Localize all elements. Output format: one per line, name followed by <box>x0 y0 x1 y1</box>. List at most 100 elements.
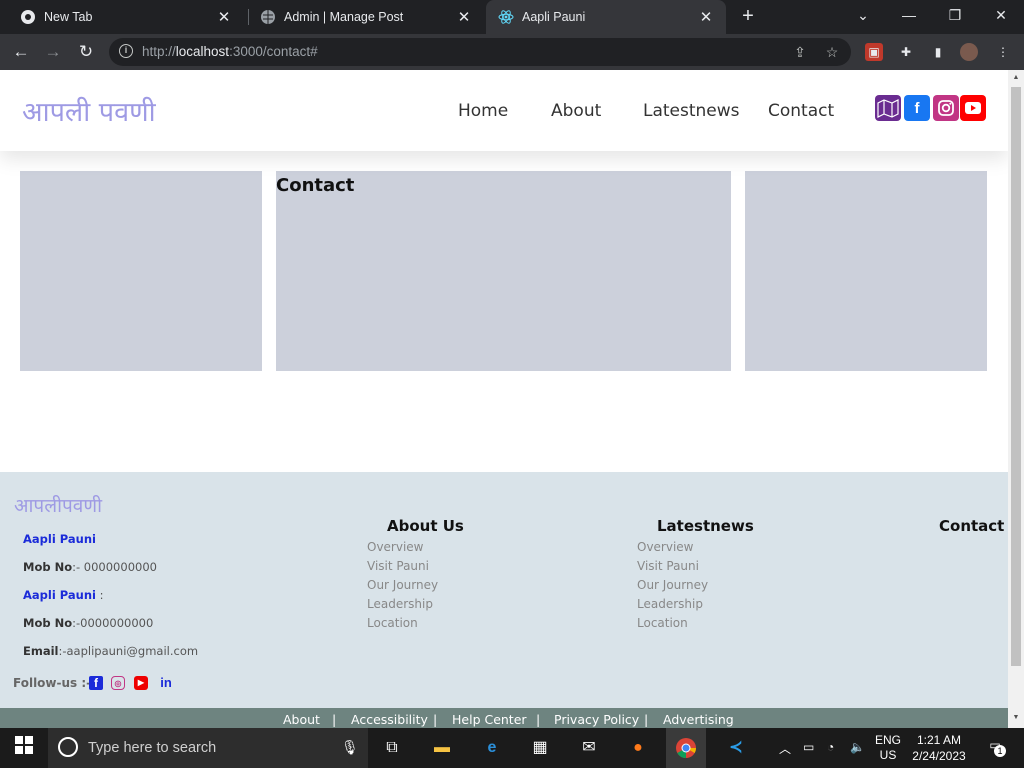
close-tab-icon[interactable]: ✕ <box>698 8 714 26</box>
windows-start-icon[interactable] <box>12 736 36 760</box>
mail-icon[interactable]: ✉ <box>577 736 601 760</box>
youtube-icon[interactable] <box>960 95 986 121</box>
notification-center-icon[interactable]: ▭ 1 <box>984 738 1006 757</box>
separator: | <box>332 712 337 727</box>
page-scrollbar[interactable]: ▲ ▼ <box>1008 70 1024 728</box>
footer-about-link[interactable]: Overview <box>367 540 424 554</box>
separator: | <box>536 712 541 727</box>
search-icon <box>58 737 78 757</box>
task-view-icon[interactable]: ⧉ <box>380 736 404 760</box>
facebook-icon[interactable]: f <box>904 95 930 121</box>
browser-toolbar: ← → ↻ i http://localhost:3000/contact# ⇪… <box>0 34 1024 70</box>
profile-avatar[interactable] <box>960 43 978 61</box>
footer-youtube-icon[interactable]: ▶ <box>134 676 148 690</box>
file-explorer-icon[interactable]: ▬ <box>430 736 454 760</box>
reload-button[interactable]: ↻ <box>74 40 98 64</box>
footer-linkedin-icon[interactable]: in <box>159 676 173 690</box>
bookmark-star-icon[interactable]: ☆ <box>823 43 841 61</box>
bottom-link-accessibility[interactable]: Accessibility <box>351 712 428 727</box>
share-icon[interactable]: ⇪ <box>791 43 809 61</box>
footer-instagram-icon[interactable]: ◎ <box>111 676 125 690</box>
footer-latest-link[interactable]: Location <box>637 616 688 630</box>
separator: | <box>433 712 438 727</box>
address-bar[interactable]: i http://localhost:3000/contact# ⇪ ☆ <box>109 38 851 66</box>
nav-home[interactable]: Home <box>458 101 508 121</box>
footer-latest-link[interactable]: Leadership <box>637 597 703 611</box>
footer-contact-heading: Contact <box>939 517 1005 535</box>
back-button[interactable]: ← <box>9 40 33 64</box>
close-tab-icon[interactable]: ✕ <box>456 8 472 26</box>
taskbar-search-box[interactable]: Type here to search 🎙 <box>48 728 368 768</box>
footer-logo: आपलीपवणी <box>14 495 103 517</box>
new-tab-button[interactable]: + <box>737 5 759 27</box>
restore-button[interactable]: ❐ <box>932 0 978 34</box>
footer-email-line: Email:-aaplipauni@gmail.com <box>23 644 199 658</box>
language-indicator[interactable]: ENG US <box>872 733 904 763</box>
right-panel <box>745 171 987 371</box>
footer-latest-link[interactable]: Our Journey <box>637 578 708 592</box>
tab-strip: New Tab ✕ Admin | Manage Post ✕ Aapli Pa… <box>0 0 1024 34</box>
globe-icon <box>260 9 276 25</box>
footer-facebook-icon[interactable]: f <box>89 676 103 690</box>
footer-about-link[interactable]: Visit Pauni <box>367 559 429 573</box>
bottom-link-privacy[interactable]: Privacy Policy <box>554 712 639 727</box>
edge-icon[interactable]: e <box>480 736 504 760</box>
footer-latest-link[interactable]: Visit Pauni <box>637 559 699 573</box>
store-icon[interactable]: ▦ <box>528 736 552 760</box>
footer-latestnews-heading: Latestnews <box>657 517 754 535</box>
contact-panel: Contact <box>276 171 731 371</box>
scroll-thumb[interactable] <box>1011 87 1021 666</box>
microphone-icon[interactable]: 🎙 <box>341 739 359 756</box>
bottom-link-advertising[interactable]: Advertising <box>663 712 734 727</box>
volume-icon[interactable]: 🔈 <box>850 740 865 754</box>
site-footer: आपलीपवणी Aapli Pauni Mob No:- 0000000000… <box>0 472 1008 708</box>
site-info-icon[interactable]: i <box>119 44 133 58</box>
footer-about-link[interactable]: Our Journey <box>367 578 438 592</box>
tab-admin-manage-post[interactable]: Admin | Manage Post ✕ <box>248 0 484 34</box>
extension-icon[interactable]: ▣ <box>865 43 883 61</box>
scroll-up-arrow[interactable]: ▲ <box>1011 74 1021 81</box>
puzzle-extensions-icon[interactable]: ✚ <box>897 43 915 61</box>
firefox-icon[interactable]: ● <box>626 736 650 760</box>
bottom-link-help-center[interactable]: Help Center <box>452 712 527 727</box>
contact-title: Contact <box>276 175 355 196</box>
follow-us-label: Follow-us :- <box>13 676 92 690</box>
footer-info-line: Aapli Pauni : <box>23 588 104 602</box>
site-header: आपली पवणी Home About Latestnews Contact … <box>0 70 1008 151</box>
page-viewport: आपली पवणी Home About Latestnews Contact … <box>0 70 1008 728</box>
nav-contact[interactable]: Contact <box>768 101 834 121</box>
menu-kebab-icon[interactable]: ⋮ <box>994 43 1012 61</box>
tab-aapli-pauni[interactable]: Aapli Pauni ✕ <box>486 0 726 34</box>
footer-latest-link[interactable]: Overview <box>637 540 694 554</box>
close-window-button[interactable]: ✕ <box>978 0 1024 34</box>
chrome-icon <box>20 9 36 25</box>
vscode-icon[interactable]: ≺ <box>724 736 748 760</box>
footer-info-line: Mob No:- 0000000000 <box>23 560 157 574</box>
battery-icon[interactable]: ▭ <box>803 740 814 754</box>
scroll-down-arrow[interactable]: ▼ <box>1011 714 1021 721</box>
bottom-link-about[interactable]: About <box>283 712 320 727</box>
close-tab-icon[interactable]: ✕ <box>216 8 232 26</box>
nav-about[interactable]: About <box>551 101 601 121</box>
react-icon <box>498 9 514 25</box>
footer-about-heading: About Us <box>387 517 464 535</box>
tab-new-tab[interactable]: New Tab ✕ <box>8 0 244 34</box>
site-logo[interactable]: आपली पवणी <box>22 92 156 129</box>
footer-info-line: Aapli Pauni <box>23 532 96 546</box>
tray-chevron-icon[interactable]: ︿ <box>779 740 791 757</box>
wifi-icon[interactable]: ◔ <box>827 740 834 754</box>
footer-bottom-bar: About | Accessibility | Help Center | Pr… <box>0 708 1008 728</box>
map-icon[interactable] <box>875 95 901 121</box>
footer-about-link[interactable]: Leadership <box>367 597 433 611</box>
windows-taskbar: Type here to search 🎙 ⧉ ▬ e ▦ ✉ ● ≺ ︿ ▭ … <box>0 728 1024 768</box>
footer-about-link[interactable]: Location <box>367 616 418 630</box>
clock[interactable]: 1:21 AM 2/24/2023 <box>908 732 970 764</box>
minimize-button[interactable]: — <box>886 0 932 34</box>
instagram-icon[interactable] <box>933 95 959 121</box>
nav-latestnews[interactable]: Latestnews <box>643 101 740 121</box>
side-panel-icon[interactable]: ▮ <box>929 43 947 61</box>
chrome-taskbar-icon[interactable] <box>666 728 706 768</box>
footer-info-line: Mob No:-0000000000 <box>23 616 154 630</box>
forward-button[interactable]: → <box>41 40 65 64</box>
tab-search-icon[interactable]: ⌄ <box>840 0 886 34</box>
